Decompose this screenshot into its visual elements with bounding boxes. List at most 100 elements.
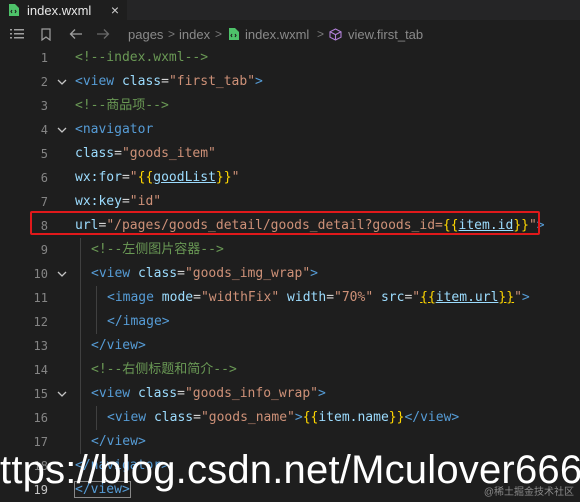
punct: = <box>193 290 201 305</box>
code-line: 5 class="goods_item" <box>0 142 580 166</box>
line-number: 3 <box>40 99 48 113</box>
string: " <box>231 170 240 185</box>
string: " <box>129 170 138 185</box>
comment: <!--右侧标题和简介--> <box>91 362 237 377</box>
tag: <view <box>91 386 131 401</box>
code-line: 4 <navigator <box>0 118 580 142</box>
tag: <image <box>107 290 154 305</box>
tag: <navigator <box>75 122 154 137</box>
tag: </view> <box>404 410 460 425</box>
code-line: 1 <!--index.wxml--> <box>0 46 580 70</box>
comment: <!--index.wxml--> <box>75 50 209 65</box>
comment: <!--商品项--> <box>75 98 169 113</box>
chevron-down-icon[interactable] <box>57 77 67 87</box>
back-arrow-icon[interactable] <box>69 22 83 46</box>
tab-label: index.wxml <box>27 2 92 18</box>
line-number: 6 <box>40 171 48 185</box>
expression: goodList <box>153 170 216 185</box>
attr: width <box>279 290 327 305</box>
breadcrumb-separator: > <box>215 27 223 41</box>
attr: wx:for <box>75 170 122 185</box>
breadcrumb-pages[interactable]: pages <box>128 22 163 46</box>
code-line: 16 <view class="goods_name">{{item.name}… <box>0 406 580 430</box>
punct: = <box>121 170 130 185</box>
punct: = <box>121 194 130 209</box>
line-number: 1 <box>40 51 48 65</box>
code-line: 14 <!--右侧标题和简介--> <box>0 358 580 382</box>
punct: = <box>177 266 185 281</box>
close-icon[interactable]: × <box>111 2 119 18</box>
attr: class <box>75 146 115 161</box>
code-line: 3 <!--商品项--> <box>0 94 580 118</box>
list-icon[interactable] <box>10 22 24 46</box>
wxml-file-icon <box>9 4 19 16</box>
chevron-down-icon[interactable] <box>57 125 67 135</box>
wxml-file-icon <box>229 28 239 40</box>
code-line: 13 </view> <box>0 334 580 358</box>
code-line: 15 <view class="goods_info_wrap"> <box>0 382 580 406</box>
mustache-open: {{ <box>420 290 436 305</box>
code-line: 9 <!--左侧图片容器--> <box>0 238 580 262</box>
breadcrumb: pages > index > index.wxml > view.first_… <box>0 22 580 46</box>
attr: mode <box>153 290 194 305</box>
attr: class <box>146 410 194 425</box>
code-line: 2 <view class="first_tab"> <box>0 70 580 94</box>
string: "goods_item" <box>121 146 216 161</box>
tag: <view <box>91 266 131 281</box>
string: "widthFix" <box>200 290 280 305</box>
attr: class <box>130 386 178 401</box>
breadcrumb-file[interactable]: index.wxml <box>228 22 309 46</box>
watermark-small: @稀土掘金技术社区 <box>483 487 574 498</box>
expression: item.name <box>318 410 389 425</box>
line-number: 16 <box>33 411 48 425</box>
punct: = <box>114 146 122 161</box>
comment: <!--左侧图片容器--> <box>91 242 224 257</box>
mustache-open: {{ <box>302 410 319 425</box>
punct: = <box>326 290 335 305</box>
highlight-box <box>30 211 540 235</box>
chevron-down-icon[interactable] <box>57 269 67 279</box>
breadcrumb-separator: > <box>317 27 325 41</box>
line-number: 10 <box>33 267 48 281</box>
line-number: 4 <box>40 123 48 137</box>
code-line: 10 <view class="goods_img_wrap"> <box>0 262 580 286</box>
attr: wx:key <box>75 194 122 209</box>
line-number: 11 <box>33 291 48 305</box>
element-cube-icon <box>329 27 342 41</box>
tab-index-wxml[interactable]: index.wxml × <box>0 0 127 20</box>
line-number: 5 <box>40 147 48 161</box>
line-number: 13 <box>33 339 48 353</box>
punct: = <box>193 410 201 425</box>
breadcrumb-element[interactable]: view.first_tab <box>329 22 423 46</box>
punct: = <box>177 386 185 401</box>
attr: class <box>130 266 178 281</box>
mustache-close: }} <box>388 410 405 425</box>
forward-arrow-icon[interactable] <box>96 22 110 46</box>
tab-bar: index.wxml × <box>0 0 580 20</box>
line-number: 14 <box>33 363 48 377</box>
string: " <box>412 290 421 305</box>
string: "goods_name" <box>200 410 295 425</box>
attr: src <box>373 290 405 305</box>
string: "goods_info_wrap" <box>184 386 318 401</box>
chevron-down-icon[interactable] <box>57 389 67 399</box>
breadcrumb-separator: > <box>168 27 176 41</box>
line-number: 2 <box>40 75 48 89</box>
breadcrumb-index[interactable]: index <box>179 22 210 46</box>
code-editor[interactable]: 1 <!--index.wxml--> 2 <view class="first… <box>0 46 580 502</box>
mustache-close: }} <box>215 170 232 185</box>
mustache-close: }} <box>498 290 515 305</box>
punct: = <box>161 74 169 89</box>
tag: <view <box>75 74 115 89</box>
bookmark-icon[interactable] <box>41 22 51 46</box>
code-line: 12 </image> <box>0 310 580 334</box>
attr: class <box>114 74 162 89</box>
tag: > <box>310 266 318 281</box>
expression: item.url <box>435 290 499 305</box>
tag: > <box>318 386 326 401</box>
line-number: 12 <box>33 315 48 329</box>
string: " <box>514 290 522 305</box>
tag: <view <box>107 410 147 425</box>
tag: > <box>255 74 263 89</box>
tag: > <box>294 410 303 425</box>
